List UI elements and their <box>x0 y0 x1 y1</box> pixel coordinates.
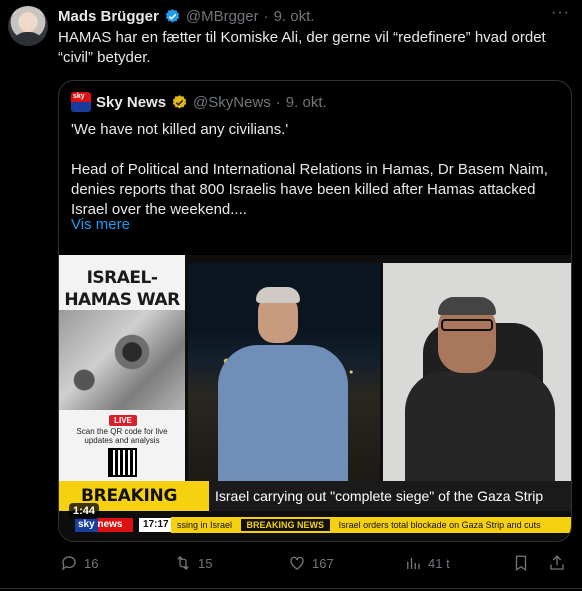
headline-text: Israel carrying out "complete siege" of … <box>209 481 571 511</box>
author-handle[interactable]: @MBrgger <box>186 8 259 25</box>
share-button[interactable] <box>548 553 566 573</box>
video-player[interactable]: ISRAEL-HAMAS WAR LIVE Scan the QR code f… <box>59 255 571 541</box>
like-icon <box>290 556 304 570</box>
quote-paragraph-1: 'We have not killed any civilians.' <box>71 121 289 138</box>
news-ticker: sky news 17:17 ssing in Israel BREAKING … <box>59 511 571 541</box>
separator-dot: · <box>275 93 281 111</box>
reply-icon <box>61 556 76 571</box>
broadcast-clock: 17:17 <box>139 518 173 532</box>
tweet-text: HAMAS har en fætter til Komiske Ali, der… <box>58 29 546 66</box>
side-panel-title: ISRAEL-HAMAS WAR <box>64 268 180 310</box>
tweet-header: Mads Brügger @MBrgger · 9. okt. <box>58 6 314 26</box>
verified-badge-icon <box>172 94 187 109</box>
divider <box>0 588 582 589</box>
verified-badge-icon <box>165 8 180 23</box>
repost-button[interactable]: 15 <box>174 553 212 573</box>
views-count: 41 t <box>428 555 450 571</box>
show-more-link[interactable]: Vis mere <box>71 216 130 233</box>
reply-button[interactable]: 16 <box>60 553 98 573</box>
action-bar: 16 15 167 41 t <box>58 553 572 573</box>
video-side-panel: ISRAEL-HAMAS WAR LIVE Scan the QR code f… <box>59 255 185 481</box>
quoted-tweet[interactable]: Sky News @SkyNews · 9. okt. 'We have not… <box>58 80 572 542</box>
qr-code <box>108 448 137 477</box>
tweet[interactable]: Mads Brügger @MBrgger · 9. okt. ··· HAMA… <box>0 0 582 591</box>
quote-avatar <box>71 92 91 112</box>
views-icon <box>407 557 420 569</box>
more-icon[interactable]: ··· <box>551 4 570 22</box>
quote-author-handle: @SkyNews <box>193 93 271 111</box>
quote-paragraph-2: Head of Political and International Rela… <box>71 161 548 218</box>
separator-dot: · <box>263 7 269 25</box>
bookmark-button[interactable] <box>512 553 530 573</box>
qr-caption: Scan the QR code for live updates and an… <box>76 427 168 445</box>
quote-author-name: Sky News <box>96 93 167 111</box>
views-button[interactable]: 41 t <box>404 553 450 573</box>
ticker-badge: BREAKING NEWS <box>240 519 331 531</box>
sky-news-logo: sky news <box>75 518 133 532</box>
video-timer: 1:44 <box>69 503 100 519</box>
like-count: 167 <box>312 555 334 571</box>
quote-header: Sky News @SkyNews · 9. okt. <box>71 92 327 112</box>
reply-count: 16 <box>84 555 99 571</box>
quote-date: 9. okt. <box>285 93 327 111</box>
video-pane-guest <box>383 263 571 481</box>
avatar[interactable] <box>8 6 48 46</box>
video-pane-reporter <box>188 263 380 481</box>
breaking-news-bar: BREAKING NEWS Israel carrying out "compl… <box>59 481 571 536</box>
repost-count: 15 <box>198 555 213 571</box>
share-icon <box>550 555 564 570</box>
ticker-strip: ssing in Israel BREAKING NEWS Israel ord… <box>171 517 571 533</box>
rubble-image <box>59 310 185 410</box>
like-button[interactable]: 167 <box>288 553 334 573</box>
bookmark-icon <box>515 555 527 572</box>
ticker-text-left: ssing in Israel <box>177 520 233 530</box>
quote-text: 'We have not killed any civilians.' Head… <box>71 120 561 240</box>
ticker-text-right: Israel orders total blockade on Gaza Str… <box>338 520 541 530</box>
tweet-date[interactable]: 9. okt. <box>274 8 315 25</box>
author-name[interactable]: Mads Brügger <box>58 8 159 25</box>
live-badge: LIVE <box>109 415 137 426</box>
repost-icon <box>177 556 189 570</box>
